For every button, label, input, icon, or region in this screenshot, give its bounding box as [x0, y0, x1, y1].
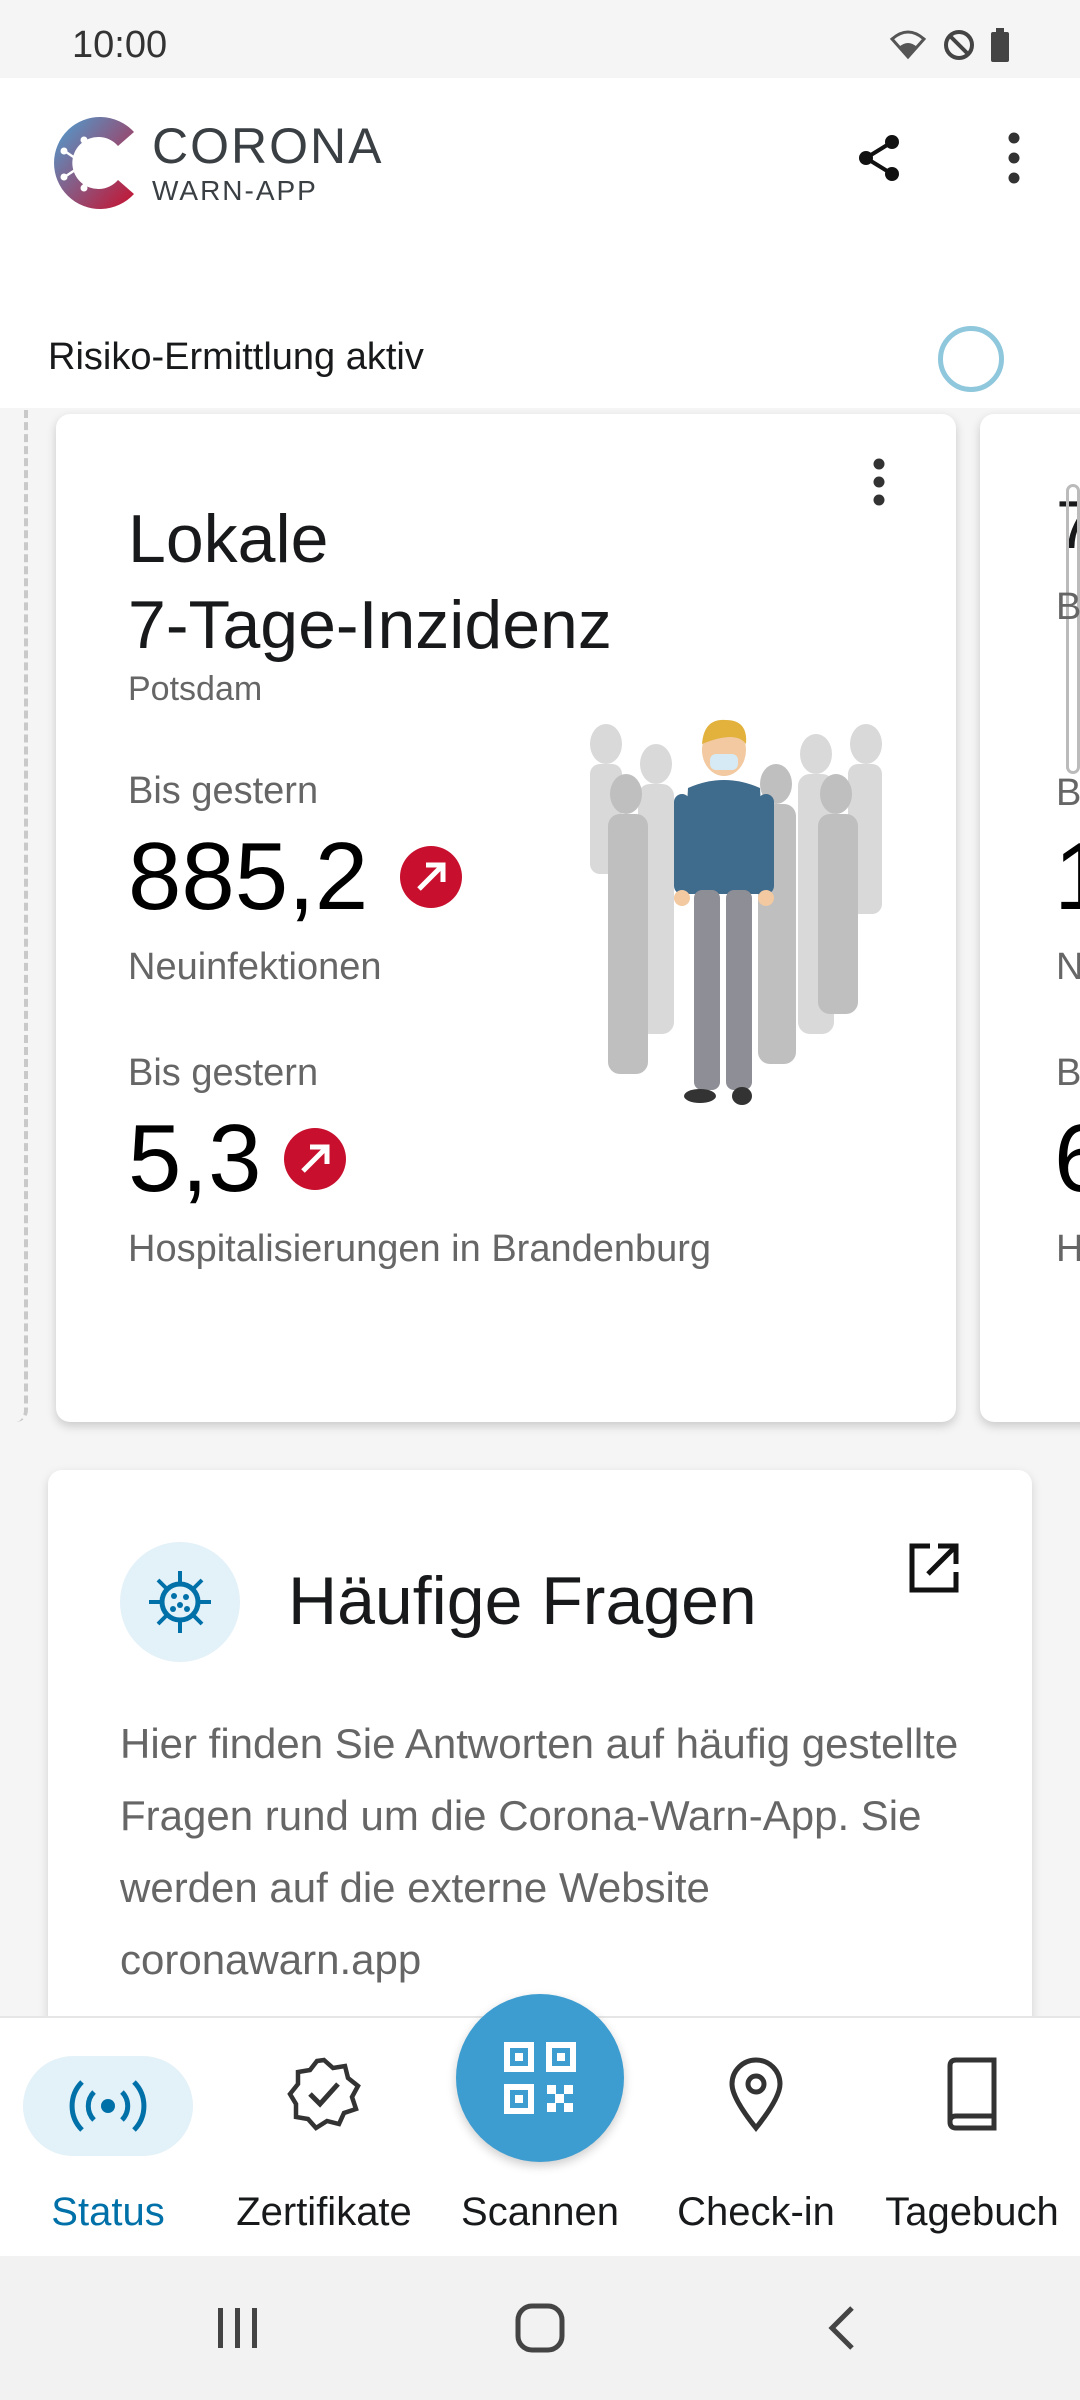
clock: 10:00	[72, 24, 168, 66]
recent-apps-icon[interactable]	[212, 2302, 264, 2354]
back-icon[interactable]	[818, 2302, 870, 2354]
kpi2-caption: Hospitalisierungen in Brandenburg	[128, 1228, 712, 1270]
next-statistic-card[interactable]: 7 B B 1 N B 6 H	[980, 414, 1080, 1422]
peek-value-2: 6	[1054, 1104, 1080, 1214]
nav-tab-status[interactable]: Status	[0, 2018, 216, 2258]
qr-code-icon	[504, 2042, 576, 2114]
risk-status-row[interactable]: Risiko-Ermittlung aktiv	[0, 306, 1080, 406]
system-navigation-bar	[0, 2256, 1080, 2400]
status-tab-indicator	[23, 2056, 193, 2156]
nav-label-status: Status	[51, 2190, 165, 2234]
do-not-disturb-icon	[944, 30, 974, 60]
location-pin-icon	[729, 2057, 783, 2132]
virus-icon	[120, 1542, 240, 1662]
book-icon	[947, 2057, 997, 2131]
home-icon[interactable]	[514, 2302, 566, 2354]
nav-label-checkin: Check-in	[677, 2190, 835, 2234]
card-title-line-1: Lokale	[128, 501, 329, 577]
card-location: Potsdam	[128, 670, 263, 708]
brand-line-1: CORONA	[152, 118, 384, 174]
nav-label-scan: Scannen	[461, 2190, 619, 2234]
status-bar: 10:00	[0, 0, 1080, 78]
corona-warn-app-logo	[54, 117, 134, 209]
kpi1-caption: Neuinfektionen	[128, 946, 382, 988]
status-icons	[888, 28, 1010, 62]
peek-value-1: 1	[1054, 822, 1080, 932]
brand-wordmark: CORONA WARN-APP	[152, 120, 383, 208]
nav-tab-checkin[interactable]: Check-in	[648, 2018, 864, 2258]
progress-spinner-icon	[938, 326, 1004, 392]
kpi1-label: Bis gestern	[128, 770, 319, 812]
peek-divider	[1066, 484, 1080, 774]
trend-up-icon	[400, 846, 462, 908]
nav-tab-diary[interactable]: Tagebuch	[864, 2018, 1080, 2258]
wifi-icon	[889, 30, 927, 60]
scan-button[interactable]	[456, 1994, 624, 2162]
faq-title: Häufige Fragen	[288, 1563, 757, 1639]
certificate-badge-icon	[287, 2057, 361, 2131]
statistics-carousel[interactable]: Lokale 7-Tage-Inzidenz Potsdam Bis geste…	[0, 410, 1080, 1450]
masked-person-crowd-illustration	[590, 719, 882, 1105]
trend-up-icon	[284, 1128, 346, 1190]
nav-label-diary: Tagebuch	[885, 2190, 1059, 2234]
faq-card[interactable]: Häufige Fragen Hier finden Sie Antworten…	[48, 1470, 1032, 2030]
peek-line-h: H	[1056, 1228, 1080, 1270]
external-link-icon[interactable]	[904, 1538, 964, 1598]
battery-icon	[991, 28, 1009, 62]
risk-status-label: Risiko-Ermittlung aktiv	[48, 336, 424, 378]
nav-tab-certificates[interactable]: Zertifikate	[216, 2018, 432, 2258]
kpi2-label: Bis gestern	[128, 1052, 319, 1094]
card-overflow-menu-icon[interactable]	[864, 454, 894, 510]
nav-label-certificates: Zertifikate	[236, 2190, 412, 2234]
kpi2-value: 5,3	[128, 1105, 262, 1212]
faq-description: Hier finden Sie Antworten auf häufig ges…	[120, 1720, 959, 1983]
peek-line-n: N	[1056, 946, 1080, 988]
share-icon[interactable]	[852, 130, 908, 186]
card-title: Lokale 7-Tage-Inzidenz	[128, 496, 612, 668]
peek-line-b1: B	[1056, 586, 1080, 628]
peek-line-b2: B	[1056, 772, 1080, 814]
add-card-placeholder[interactable]	[0, 410, 28, 1422]
nav-tab-scan[interactable]: Scannen	[432, 1994, 648, 2258]
overflow-menu-icon[interactable]	[996, 130, 1032, 186]
radar-signal-icon	[69, 2080, 147, 2132]
kpi1-value: 885,2	[128, 823, 369, 930]
brand-line-2: WARN-APP	[152, 175, 318, 206]
incidence-card[interactable]: Lokale 7-Tage-Inzidenz Potsdam Bis geste…	[56, 414, 956, 1422]
bottom-navigation: Status Zertifikate Scannen Check-in Tage…	[0, 1994, 1080, 2258]
peek-line-b3: B	[1056, 1052, 1080, 1094]
app-header: CORONA WARN-APP Risiko-Ermittlung aktiv	[0, 78, 1080, 408]
card-title-line-2: 7-Tage-Inzidenz	[128, 587, 612, 663]
